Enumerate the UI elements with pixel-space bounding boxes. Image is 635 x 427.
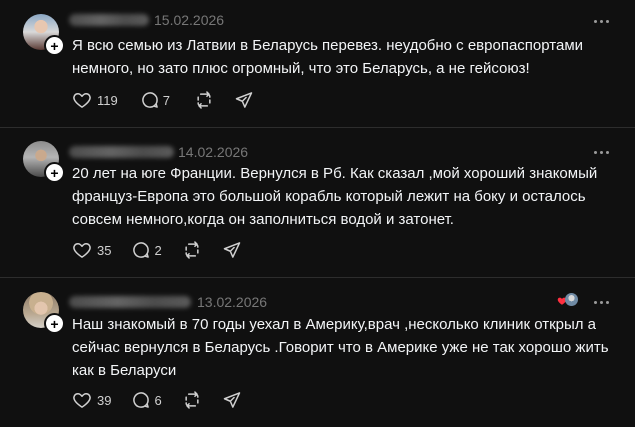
- more-icon: [594, 150, 597, 154]
- like-button[interactable]: 39: [72, 390, 111, 410]
- heart-icon: [73, 393, 91, 408]
- like-count: 39: [97, 392, 112, 408]
- more-options-button[interactable]: [594, 298, 614, 306]
- post-text: Я всю семью из Латвии в Беларусь перевез…: [72, 37, 584, 77]
- comment-icon: [141, 92, 158, 108]
- avatar[interactable]: +: [23, 14, 65, 56]
- send-icon: [223, 392, 240, 408]
- reply-button[interactable]: 7: [140, 90, 170, 110]
- post-date: 14.02.2026: [178, 144, 249, 160]
- post-actions: 119 7: [72, 89, 254, 111]
- comment-icon: [133, 242, 150, 258]
- share-button[interactable]: [234, 90, 254, 110]
- follow-plus-icon[interactable]: +: [44, 313, 65, 334]
- username-blurred[interactable]: [69, 146, 174, 158]
- send-icon: [235, 92, 253, 108]
- repost-button[interactable]: [182, 240, 202, 260]
- reply-button[interactable]: 2: [131, 240, 162, 260]
- reply-count: 2: [154, 242, 162, 258]
- post-actions: 39 6: [72, 389, 242, 411]
- heart-icon: [73, 243, 91, 258]
- avatar[interactable]: +: [23, 292, 65, 334]
- follow-plus-icon[interactable]: +: [44, 162, 65, 183]
- repost-button[interactable]: [182, 390, 202, 410]
- like-count: 35: [97, 242, 112, 258]
- share-button[interactable]: [222, 390, 242, 410]
- reply-count: 6: [154, 392, 162, 408]
- like-button[interactable]: 119: [72, 90, 118, 110]
- avatar[interactable]: +: [23, 141, 65, 183]
- username-blurred[interactable]: [69, 296, 191, 308]
- comment-icon: [133, 392, 150, 408]
- reply-count: 7: [162, 92, 170, 108]
- share-button[interactable]: [222, 240, 242, 260]
- repost-icon: [185, 391, 199, 409]
- reply-button[interactable]: 6: [131, 390, 162, 410]
- divider: [0, 277, 635, 278]
- liked-by-author-badge: [557, 293, 579, 307]
- post-date: 15.02.2026: [154, 12, 225, 28]
- repost-icon: [197, 91, 211, 109]
- liker-avatar: [565, 293, 578, 306]
- more-icon: [594, 19, 597, 23]
- send-icon: [223, 242, 240, 258]
- heart-icon: [73, 93, 91, 108]
- follow-plus-icon[interactable]: +: [44, 35, 65, 56]
- like-count: 119: [97, 92, 118, 108]
- post-text: Наш знакомый в 70 годы уехал в Америку,в…: [72, 316, 609, 379]
- repost-button[interactable]: [194, 90, 214, 110]
- post-date: 13.02.2026: [197, 294, 268, 310]
- username-blurred[interactable]: [69, 14, 149, 26]
- post-actions: 35 2: [72, 239, 242, 261]
- post-text: 20 лет на юге Франции. Вернулся в Рб. Ка…: [72, 165, 598, 228]
- more-options-button[interactable]: [594, 17, 614, 25]
- more-options-button[interactable]: [594, 148, 614, 156]
- divider: [0, 127, 635, 128]
- more-icon: [594, 300, 597, 304]
- repost-icon: [185, 241, 199, 259]
- like-button[interactable]: 35: [72, 240, 111, 260]
